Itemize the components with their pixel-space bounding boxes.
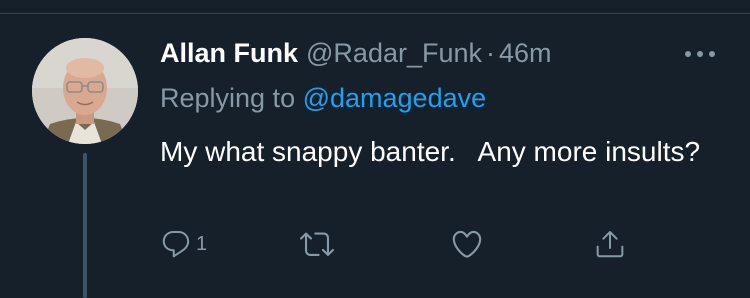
like-button[interactable] — [450, 226, 484, 262]
replying-to-mention[interactable]: @damagedave — [303, 83, 487, 113]
top-divider — [0, 13, 750, 14]
avatar-photo — [32, 38, 138, 144]
reply-icon — [162, 230, 190, 258]
share-button[interactable] — [594, 226, 626, 262]
separator-dot: · — [486, 38, 496, 68]
author-handle[interactable]: @Radar_Funk — [306, 36, 482, 70]
replying-to-line: Replying to @damagedave — [160, 81, 486, 115]
retweet-button[interactable] — [300, 226, 334, 262]
share-icon — [596, 231, 624, 258]
more-options-button[interactable] — [680, 44, 720, 64]
timestamp[interactable]: 46m — [499, 36, 552, 70]
replying-prefix: Replying to — [160, 83, 303, 113]
avatar[interactable] — [32, 38, 138, 144]
heart-icon — [452, 230, 482, 258]
tweet-text: My what snappy banter. Any more insults? — [160, 136, 701, 167]
tweet-header: Allan Funk @Radar_Funk · 46m — [160, 36, 552, 70]
more-icon — [685, 51, 715, 57]
thread-line — [83, 153, 87, 298]
reply-count: 1 — [196, 232, 208, 255]
reply-button[interactable]: 1 — [160, 226, 207, 262]
action-bar: 1 — [160, 226, 640, 262]
retweet-icon — [300, 232, 334, 256]
author-name[interactable]: Allan Funk — [160, 36, 298, 70]
